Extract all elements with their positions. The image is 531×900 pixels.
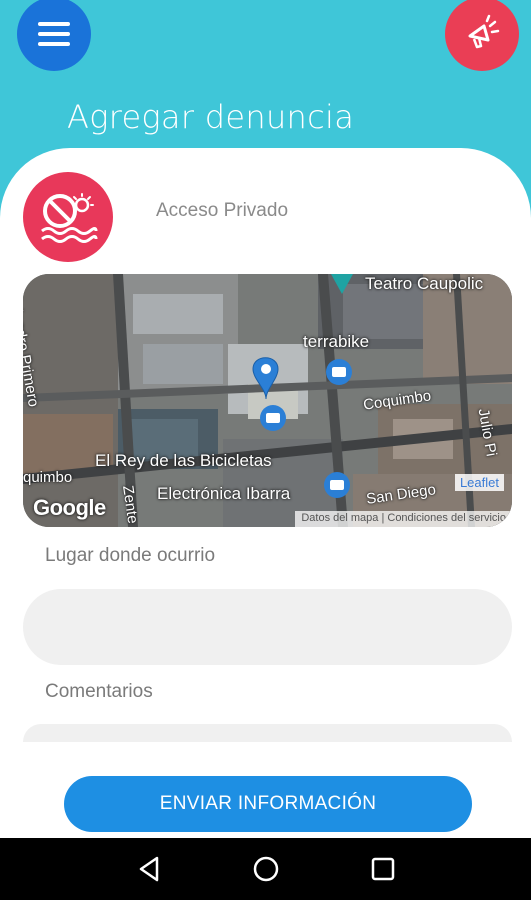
page-title: Agregar denuncia: [67, 98, 355, 136]
place-label: Lugar donde ocurrio: [45, 545, 216, 566]
category-label: Acceso Privado: [156, 200, 289, 221]
map-label-coquimbo-west: quimbo: [23, 469, 73, 486]
no-swimming-beach-icon: [41, 193, 98, 243]
map-label-rey-bicicletas: El Rey de las Bicicletas: [95, 451, 272, 470]
comments-input[interactable]: [23, 724, 512, 742]
map-label-electronica-ibarra: Electrónica Ibarra: [157, 484, 291, 503]
megaphone-icon: [468, 14, 500, 49]
home-icon[interactable]: [252, 855, 280, 883]
system-navigation-bar: [0, 838, 531, 900]
location-map[interactable]: Teatro Caupolic terrabike Coquimbo lejan…: [23, 274, 512, 527]
category-icon-badge: [23, 172, 113, 262]
leaflet-attribution-link[interactable]: Leaflet: [454, 474, 504, 491]
map-label-terrabike: terrabike: [303, 332, 370, 351]
report-alert-button[interactable]: [445, 0, 519, 71]
comments-label: Comentarios: [45, 681, 153, 702]
back-icon[interactable]: [135, 855, 163, 883]
menu-icon: [38, 22, 70, 46]
google-logo: Google: [33, 495, 106, 520]
map-data-attribution[interactable]: Datos del mapa | Condiciones del servici…: [295, 511, 512, 527]
recents-icon[interactable]: [370, 856, 396, 882]
place-input[interactable]: [23, 589, 512, 665]
submit-button[interactable]: ENVIAR INFORMACIÓN: [64, 776, 472, 832]
map-label-teatro: Teatro Caupolic: [365, 274, 484, 293]
menu-button[interactable]: [17, 0, 91, 71]
